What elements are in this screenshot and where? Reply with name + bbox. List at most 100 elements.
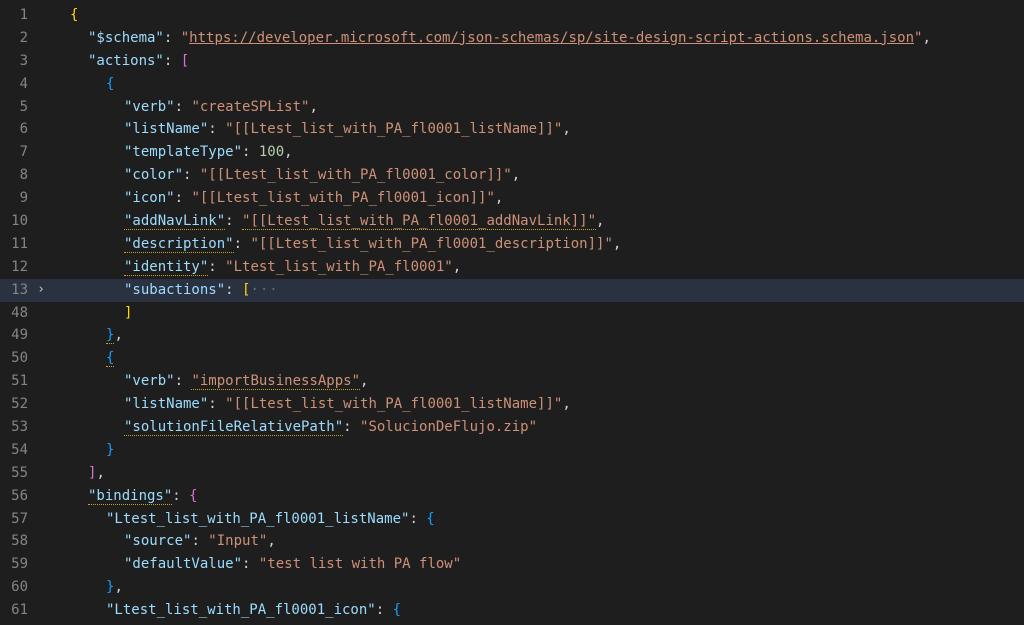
code-content[interactable]: "verb": "importBusinessApps", — [52, 370, 1024, 393]
token-punct: , — [922, 30, 930, 46]
token-punct: : — [175, 190, 192, 206]
code-line[interactable]: 59"defaultValue": "test list with PA flo… — [0, 553, 1024, 576]
code-content[interactable]: "color": "[[Ltest_list_with_PA_fl0001_co… — [52, 164, 1024, 187]
code-line[interactable]: 6"listName": "[[Ltest_list_with_PA_fl000… — [0, 118, 1024, 141]
line-number: 4 — [0, 73, 30, 96]
code-content[interactable]: } — [52, 439, 1024, 462]
token-punct: : — [183, 167, 200, 183]
line-number: 58 — [0, 530, 30, 553]
code-content[interactable]: "source": "Input", — [52, 530, 1024, 553]
token-key: "actions" — [88, 53, 164, 69]
token-brace2: { — [106, 76, 114, 92]
token-str: "importBusinessApps" — [191, 373, 360, 390]
token-punct: , — [114, 579, 122, 595]
code-content[interactable]: "verb": "createSPList", — [52, 96, 1024, 119]
code-content[interactable]: ], — [52, 462, 1024, 485]
code-content[interactable]: "bindings": { — [52, 485, 1024, 508]
code-content[interactable]: }, — [52, 576, 1024, 599]
code-content[interactable]: "listName": "[[Ltest_list_with_PA_fl0001… — [52, 118, 1024, 141]
code-line[interactable]: 11"description": "[[Ltest_list_with_PA_f… — [0, 233, 1024, 256]
token-num: 100 — [259, 144, 284, 160]
code-line[interactable]: 60}, — [0, 576, 1024, 599]
code-content[interactable]: "Ltest_list_with_PA_fl0001_icon": { — [52, 599, 1024, 622]
code-editor[interactable]: 1{2"$schema": "https://developer.microso… — [0, 0, 1024, 622]
code-line[interactable]: 9"icon": "[[Ltest_list_with_PA_fl0001_ic… — [0, 187, 1024, 210]
code-line[interactable]: 55], — [0, 462, 1024, 485]
token-key: "templateType" — [124, 144, 242, 160]
code-content[interactable]: ] — [52, 302, 1024, 325]
token-punct: , — [495, 190, 503, 206]
token-punct: , — [453, 259, 461, 275]
code-line[interactable]: 53"solutionFileRelativePath": "SolucionD… — [0, 416, 1024, 439]
token-key: "verb" — [124, 99, 175, 115]
token-punct: , — [613, 236, 621, 252]
code-content[interactable]: "$schema": "https://developer.microsoft.… — [52, 27, 1024, 50]
token-key: "icon" — [124, 190, 175, 206]
token-punct: : — [175, 373, 192, 389]
code-line[interactable]: 52"listName": "[[Ltest_list_with_PA_fl00… — [0, 393, 1024, 416]
code-line[interactable]: 12"identity": "Ltest_list_with_PA_fl0001… — [0, 256, 1024, 279]
code-content[interactable]: "solutionFileRelativePath": "SolucionDeF… — [52, 416, 1024, 439]
token-bracket: [ — [181, 53, 189, 69]
fold-toggle[interactable]: › — [30, 279, 52, 302]
code-content[interactable]: "description": "[[Ltest_list_with_PA_fl0… — [52, 233, 1024, 256]
code-content[interactable]: }, — [52, 324, 1024, 347]
code-line[interactable]: 56"bindings": { — [0, 485, 1024, 508]
line-number: 55 — [0, 462, 30, 485]
line-number: 49 — [0, 324, 30, 347]
code-line[interactable]: 4{ — [0, 73, 1024, 96]
code-line[interactable]: 13›"subactions": [··· — [0, 279, 1024, 302]
line-number: 10 — [0, 210, 30, 233]
code-content[interactable]: { — [52, 4, 1024, 27]
token-str: "Input" — [208, 533, 267, 549]
token-str: "Ltest_list_with_PA_fl0001" — [225, 259, 453, 275]
code-line[interactable]: 48] — [0, 302, 1024, 325]
token-punct: , — [96, 465, 104, 481]
line-number: 1 — [0, 4, 30, 27]
token-punct: , — [360, 373, 368, 389]
code-line[interactable]: 3"actions": [ — [0, 50, 1024, 73]
token-punct: : — [164, 30, 181, 46]
code-content[interactable]: "icon": "[[Ltest_list_with_PA_fl0001_ico… — [52, 187, 1024, 210]
code-line[interactable]: 49}, — [0, 324, 1024, 347]
code-line[interactable]: 57"Ltest_list_with_PA_fl0001_listName": … — [0, 508, 1024, 531]
code-content[interactable]: "subactions": [··· — [52, 279, 1024, 302]
token-key: "addNavLink" — [124, 213, 225, 230]
token-str: "createSPList" — [191, 99, 309, 115]
code-content[interactable]: "addNavLink": "[[Ltest_list_with_PA_fl00… — [52, 210, 1024, 233]
code-content[interactable]: "listName": "[[Ltest_list_with_PA_fl0001… — [52, 393, 1024, 416]
code-line[interactable]: 61"Ltest_list_with_PA_fl0001_icon": { — [0, 599, 1024, 622]
token-key: "listName" — [124, 121, 208, 137]
line-number: 51 — [0, 370, 30, 393]
code-line[interactable]: 2"$schema": "https://developer.microsoft… — [0, 27, 1024, 50]
code-line[interactable]: 1{ — [0, 4, 1024, 27]
token-str: "test list with PA flow" — [259, 556, 461, 572]
code-content[interactable]: "defaultValue": "test list with PA flow" — [52, 553, 1024, 576]
token-punct: , — [562, 396, 570, 412]
code-content[interactable]: "actions": [ — [52, 50, 1024, 73]
code-line[interactable]: 8"color": "[[Ltest_list_with_PA_fl0001_c… — [0, 164, 1024, 187]
code-line[interactable]: 54} — [0, 439, 1024, 462]
code-line[interactable]: 58 "source": "Input", — [0, 530, 1024, 553]
token-brace2: { — [106, 350, 114, 367]
code-line[interactable]: 10 "addNavLink": "[[Ltest_list_with_PA_fl… — [0, 210, 1024, 233]
token-key: "verb" — [124, 373, 175, 389]
code-content[interactable]: "Ltest_list_with_PA_fl0001_listName": { — [52, 508, 1024, 531]
code-content[interactable]: "templateType": 100, — [52, 141, 1024, 164]
line-number: 48 — [0, 302, 30, 325]
code-line[interactable]: 7"templateType": 100, — [0, 141, 1024, 164]
token-collapsed: ··· — [250, 282, 278, 298]
code-line[interactable]: 51 "verb": "importBusinessApps", — [0, 370, 1024, 393]
code-line[interactable]: 5"verb": "createSPList", — [0, 96, 1024, 119]
token-key: "$schema" — [88, 30, 164, 46]
code-content[interactable]: { — [52, 347, 1024, 370]
code-content[interactable]: { — [52, 73, 1024, 96]
token-brace2: { — [426, 511, 434, 527]
token-str: "[[Ltest_list_with_PA_fl0001_icon]]" — [191, 190, 494, 206]
token-punct: : — [208, 121, 225, 137]
code-content[interactable]: "identity": "Ltest_list_with_PA_fl0001", — [52, 256, 1024, 279]
token-str: "[[Ltest_list_with_PA_fl0001_listName]]" — [225, 121, 562, 137]
token-punct: : — [175, 99, 192, 115]
code-line[interactable]: 50{ — [0, 347, 1024, 370]
token-str: "[[Ltest_list_with_PA_fl0001_listName]]" — [225, 396, 562, 412]
